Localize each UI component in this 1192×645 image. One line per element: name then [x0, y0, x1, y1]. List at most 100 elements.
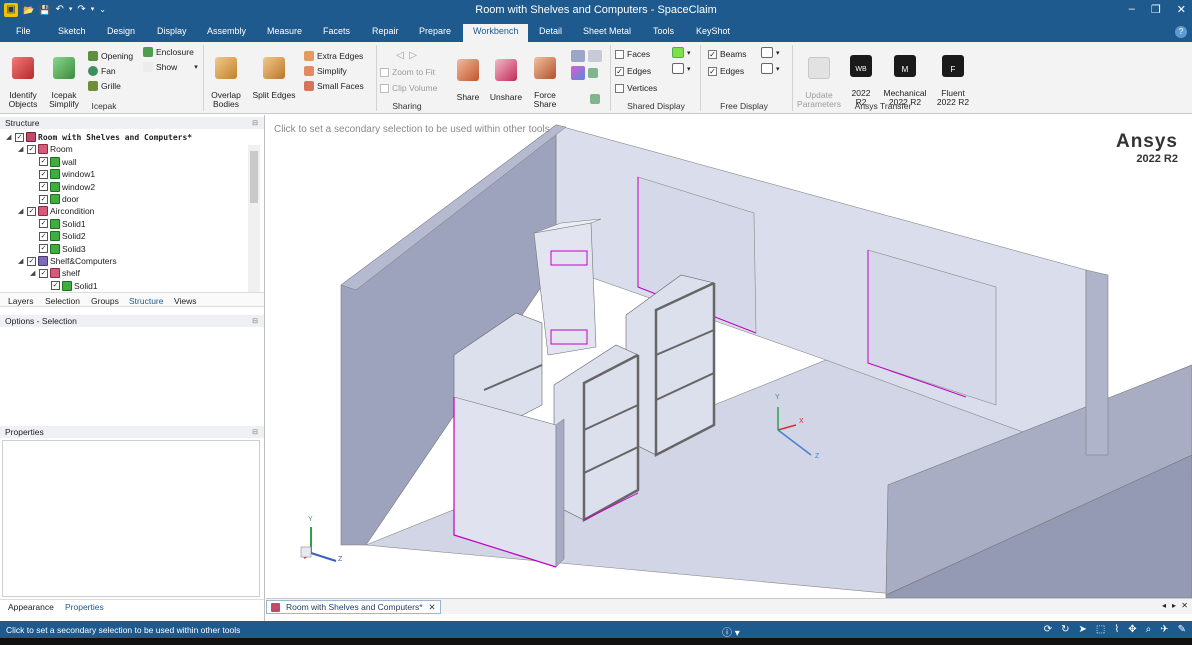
select-cursor-icon[interactable]: ➤ [1078, 624, 1086, 635]
shared-vertices-check[interactable] [615, 83, 624, 93]
maximize-button[interactable]: ❐ [1151, 3, 1161, 16]
close-button[interactable]: ✕ [1177, 3, 1186, 16]
shared-vertices-checkbox[interactable]: Vertices [615, 83, 657, 93]
force-share-button[interactable]: Force Share [529, 48, 561, 109]
tab-workbench[interactable]: Workbench [463, 24, 529, 42]
shared-edges-check[interactable]: ✓ [615, 66, 624, 76]
tab-scroll-right-icon[interactable]: ▸ [1172, 601, 1176, 610]
edges-style-picker[interactable]: ▾ [672, 63, 691, 74]
collapse-arrow-icon[interactable]: ◢ [18, 145, 25, 153]
pin-icon[interactable]: ⊟ [252, 316, 258, 328]
tab-scroll-left-icon[interactable]: ◂ [1162, 601, 1166, 610]
visibility-checkbox[interactable]: ✓ [27, 144, 36, 154]
tree-item[interactable]: ✓ wall [30, 156, 77, 168]
free-edges-checkbox[interactable]: ✓ Edges [708, 66, 744, 76]
free-beams-checkbox[interactable]: ✓ Beams [708, 49, 746, 59]
extra-edges-button[interactable]: Extra Edges [304, 51, 363, 61]
share-button[interactable]: Share [452, 50, 484, 102]
collapse-arrow-icon[interactable]: ◢ [18, 257, 25, 265]
zoom-to-fit-checkbox[interactable]: Zoom to Fit [380, 67, 435, 77]
shelf-middle[interactable] [553, 344, 639, 521]
split-edges-button[interactable]: Split Edges [250, 48, 298, 100]
tab-assembly[interactable]: Assembly [207, 26, 246, 36]
show-dropdown[interactable]: Show ▾ [143, 62, 198, 72]
share-color-icon[interactable] [571, 66, 598, 80]
document-tab[interactable]: Room with Shelves and Computers* ✕ [266, 600, 441, 614]
tree-item[interactable]: ✓ Solid3 [30, 243, 86, 255]
fan-button[interactable]: Fan [88, 66, 116, 76]
mechanical-2022-r2-button[interactable]: M Mechanical 2022 R2 [880, 46, 930, 107]
share-settings-icon[interactable] [590, 94, 600, 104]
tab-keyshot[interactable]: KeyShot [696, 26, 730, 36]
tab-selection[interactable]: Selection [45, 296, 80, 306]
beams-style-picker[interactable]: ▾ [761, 47, 780, 58]
free-edges-style-picker[interactable]: ▾ [761, 63, 780, 74]
visibility-checkbox[interactable]: ✓ [39, 182, 48, 192]
tree-item[interactable]: ✓ Solid2 [30, 230, 86, 242]
zoom-icon[interactable]: ⌕ [1146, 624, 1152, 635]
minimize-button[interactable]: – [1129, 3, 1135, 16]
tab-appearance[interactable]: Appearance [8, 602, 54, 612]
grille-button[interactable]: Grille [88, 81, 121, 91]
clip-volume-check[interactable] [380, 83, 389, 93]
opening-button[interactable]: Opening [88, 51, 133, 61]
unshare-button[interactable]: Unshare [487, 50, 525, 102]
zoom-to-fit-check[interactable] [380, 67, 389, 77]
collapse-arrow-icon[interactable]: ◢ [6, 133, 13, 141]
previous-arrow-icon[interactable]: ◁ ▷ [396, 50, 417, 61]
tab-design[interactable]: Design [107, 26, 135, 36]
tab-display[interactable]: Display [157, 26, 187, 36]
free-beams-check[interactable]: ✓ [708, 49, 717, 59]
tab-layers[interactable]: Layers [8, 296, 34, 306]
tree-item[interactable]: ◢ ✓ Room with Shelves and Computers* [6, 131, 192, 143]
tab-groups[interactable]: Groups [91, 296, 119, 306]
shared-edges-checkbox[interactable]: ✓ Edges [615, 66, 651, 76]
tree-item[interactable]: ✓ Solid1 [30, 218, 86, 230]
tab-views[interactable]: Views [174, 296, 197, 306]
free-edges-check[interactable]: ✓ [708, 66, 717, 76]
tab-measure[interactable]: Measure [267, 26, 302, 36]
tab-repair[interactable]: Repair [372, 26, 399, 36]
visibility-checkbox[interactable]: ✓ [27, 256, 36, 266]
enclosure-button[interactable]: Enclosure [143, 47, 194, 57]
workbench-2022-r2-button[interactable]: WB 2022 R2 [847, 46, 875, 107]
tab-sketch[interactable]: Sketch [58, 26, 86, 36]
visibility-checkbox[interactable]: ✓ [39, 194, 48, 204]
sketch-icon[interactable]: ✎ [1178, 624, 1186, 635]
identify-objects-button[interactable]: Identify Objects [4, 48, 42, 109]
tree-item[interactable]: ◢ ✓ Room [18, 143, 73, 155]
overlap-bodies-button[interactable]: Overlap Bodies [206, 48, 246, 109]
tree-item[interactable]: ✓ window1 [30, 168, 95, 180]
small-faces-button[interactable]: Small Faces [304, 81, 364, 91]
faces-color-picker[interactable]: ▾ [672, 47, 691, 58]
tree-item[interactable]: ✓ window2 [30, 181, 95, 193]
tab-structure[interactable]: Structure [129, 296, 164, 306]
lasso-icon[interactable]: ⌇ [1114, 624, 1119, 635]
scrollbar-thumb[interactable] [250, 151, 258, 203]
pan-icon[interactable]: ✥ [1128, 624, 1136, 635]
info-icon[interactable]: ⓘ ▾ [722, 624, 740, 639]
simplify-button[interactable]: Simplify [304, 66, 347, 76]
tree-item[interactable]: ◢ ✓ Aircondition [18, 205, 94, 217]
collapse-arrow-icon[interactable]: ◢ [30, 269, 37, 277]
tab-sheet-metal[interactable]: Sheet Metal [583, 26, 631, 36]
rotate-icon[interactable]: ↻ [1061, 624, 1069, 635]
structure-scrollbar[interactable] [248, 145, 260, 295]
box-select-icon[interactable]: ⬚ [1096, 624, 1105, 635]
tree-item[interactable]: ◢ ✓ shelf [30, 267, 80, 279]
visibility-checkbox[interactable]: ✓ [39, 157, 48, 167]
tab-facets[interactable]: Facets [323, 26, 350, 36]
close-all-icon[interactable]: ✕ [1181, 601, 1188, 610]
fly-icon[interactable]: ✈ [1160, 624, 1168, 635]
visibility-checkbox[interactable]: ✓ [51, 281, 60, 291]
shared-faces-check[interactable] [615, 49, 624, 59]
tab-file[interactable]: File [16, 26, 31, 36]
pin-icon[interactable]: ⊟ [252, 427, 258, 439]
visibility-checkbox[interactable]: ✓ [39, 244, 48, 254]
tab-properties[interactable]: Properties [65, 602, 104, 612]
share-tools-icon[interactable] [571, 50, 602, 62]
update-parameters-button[interactable]: Update Parameters [795, 48, 843, 109]
tree-item[interactable]: ✓ Solid1 [42, 280, 98, 292]
door-side[interactable] [555, 418, 565, 568]
model-scene[interactable] [266, 115, 1192, 598]
